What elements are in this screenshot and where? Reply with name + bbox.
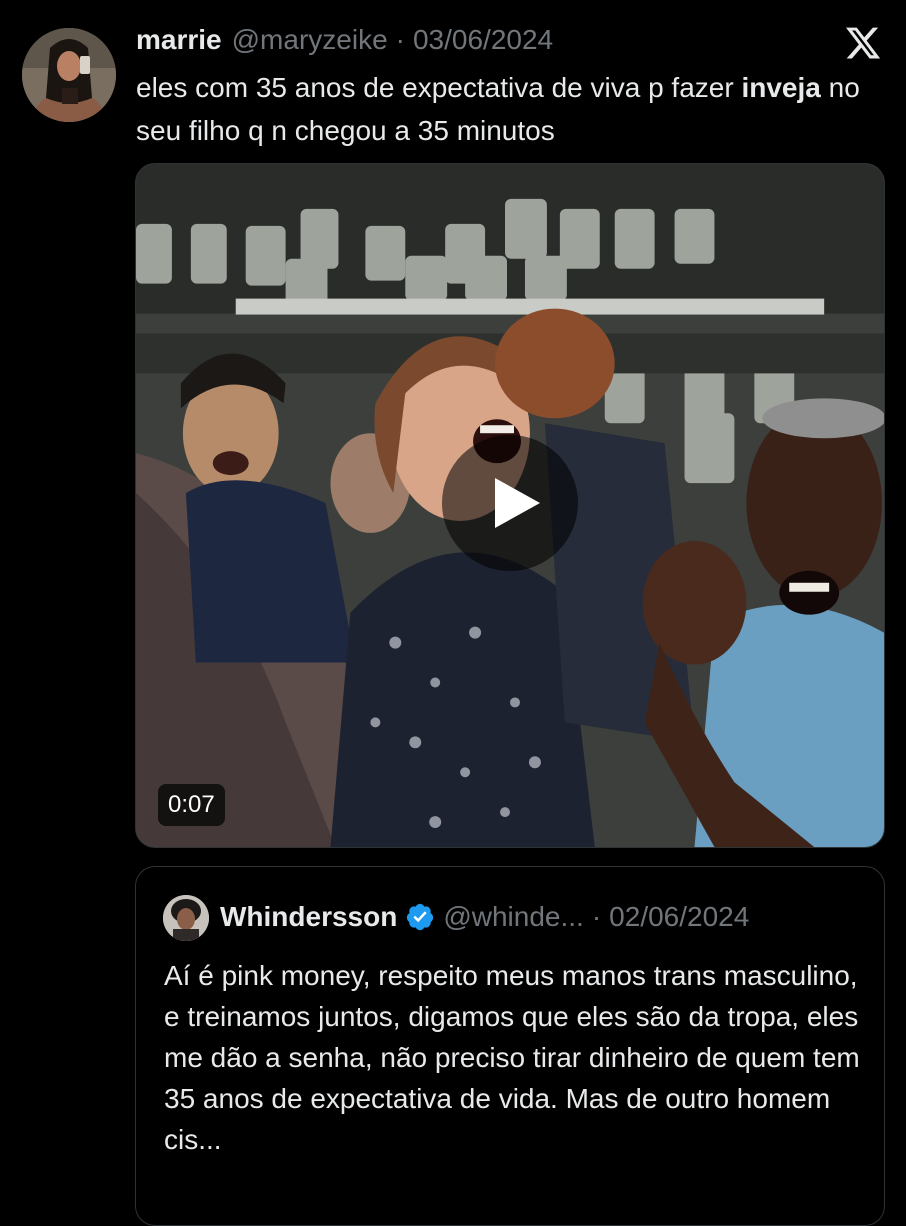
- author-name[interactable]: marrie: [136, 24, 222, 56]
- quote-text: Aí é pink money, respeito meus manos tra…: [164, 960, 860, 1155]
- quote-date[interactable]: 02/06/2024: [609, 901, 749, 933]
- quote-author-avatar[interactable]: [163, 895, 209, 941]
- play-icon: [495, 478, 540, 528]
- author-avatar[interactable]: [22, 28, 116, 122]
- separator-dot: ·: [395, 24, 405, 55]
- play-button[interactable]: [442, 435, 578, 571]
- tweet-text: eles com 35 anos de expectativa de viva …: [136, 66, 876, 152]
- quote-separator-dot: ·: [591, 901, 602, 932]
- quote-header: Whindersson @whinde... · 02/06/2024: [220, 901, 749, 933]
- avatar-image: [22, 28, 116, 122]
- video-player[interactable]: 0:07: [135, 163, 885, 848]
- video-duration: 0:07: [158, 784, 225, 826]
- author-handle[interactable]: @maryzeike: [232, 24, 388, 56]
- quote-author-name[interactable]: Whindersson: [220, 901, 397, 933]
- tweet-text-bold: inveja: [741, 72, 821, 103]
- tweet-header: marrie @maryzeike · 03/06/2024: [136, 24, 553, 60]
- tweet-text-part-1: eles com 35 anos de expectativa de viva …: [136, 72, 742, 103]
- x-logo-icon: [843, 24, 883, 62]
- verified-badge-icon: [405, 902, 435, 932]
- quote-avatar-image: [163, 895, 209, 941]
- quoted-tweet[interactable]: Whindersson @whinde... · 02/06/2024 Aí é…: [135, 866, 885, 1226]
- tweet-date[interactable]: 03/06/2024: [413, 24, 553, 56]
- tweet[interactable]: marrie @maryzeike · 03/06/2024 eles com …: [0, 0, 906, 1226]
- quote-author-handle[interactable]: @whinde...: [443, 901, 584, 933]
